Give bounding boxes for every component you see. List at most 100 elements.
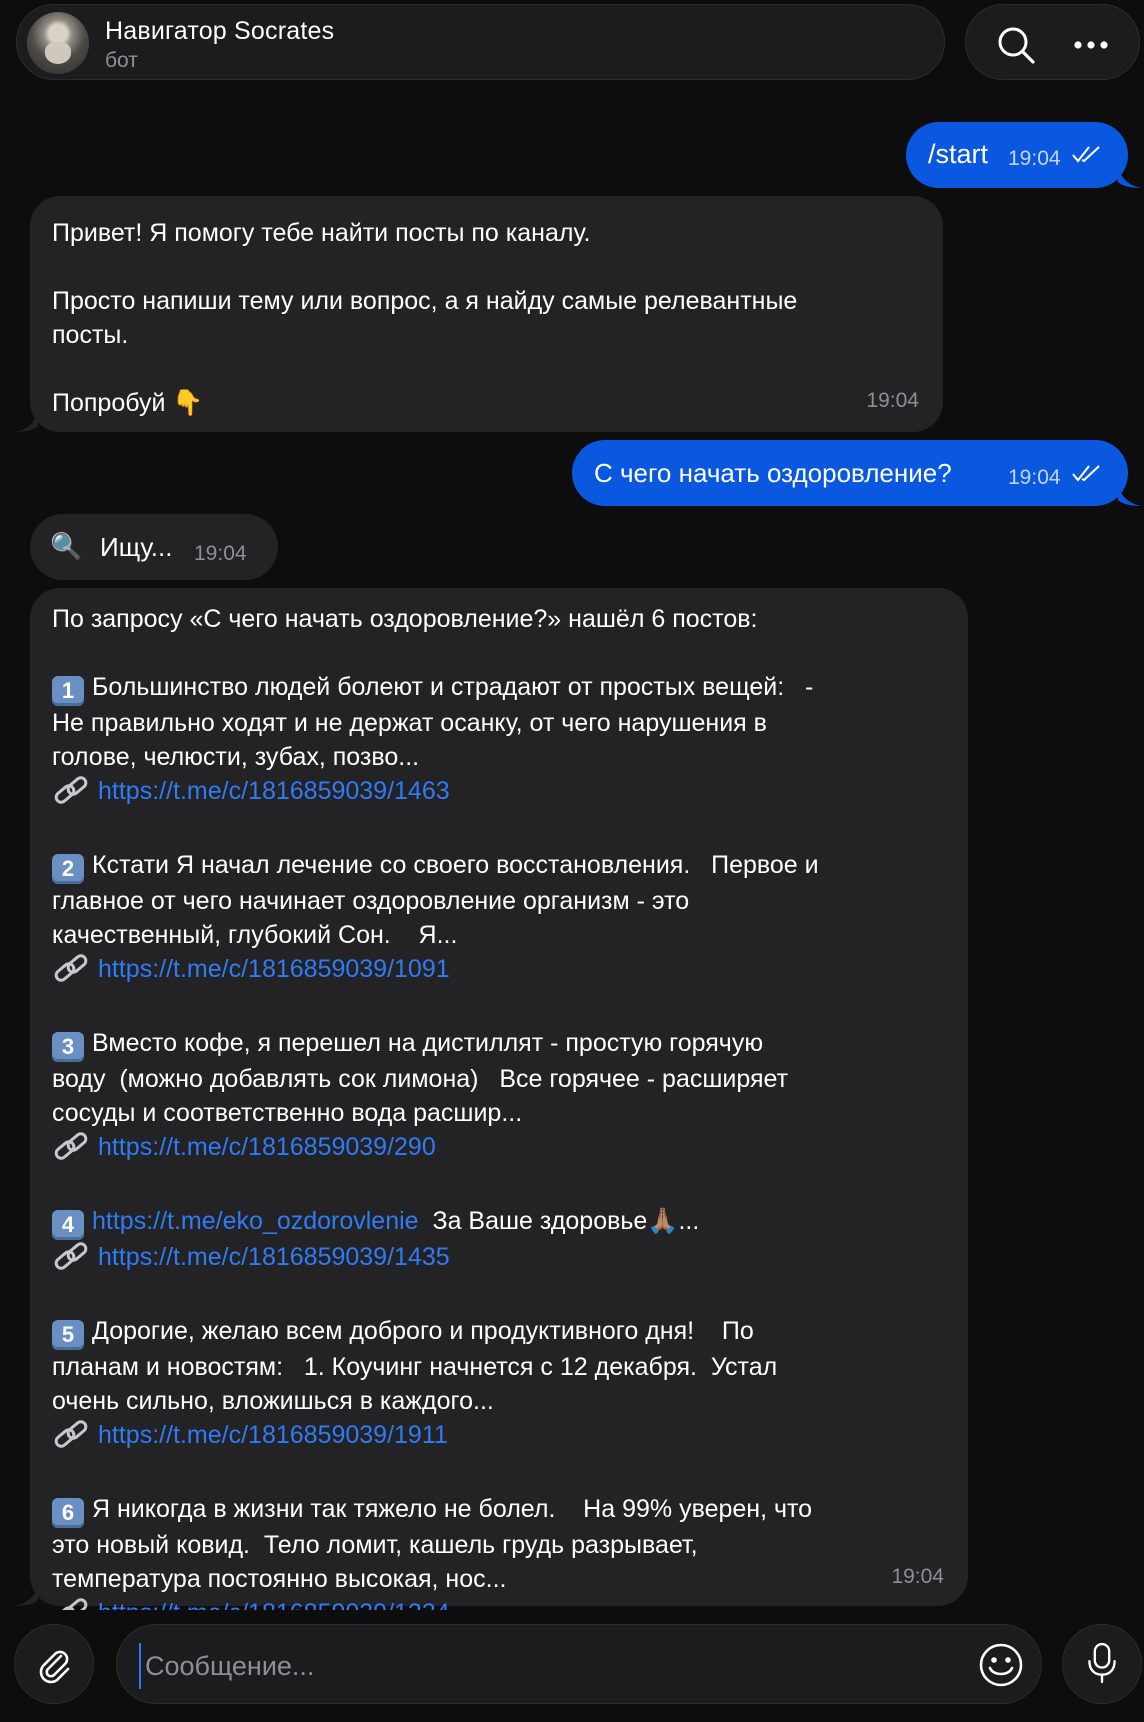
post-link[interactable]: https://t.me/c/1816859039/1091 — [98, 955, 450, 983]
result-text-line: это новый ковид. Тело ломит, кашель груд… — [52, 1528, 946, 1562]
results-intro: По запросу «С чего начать оздоровление?»… — [52, 605, 758, 633]
bubble-tail — [1118, 486, 1142, 506]
message-line: Привет! Я помогу тебе найти посты по кан… — [52, 219, 591, 247]
post-link[interactable]: https://t.me/c/1816859039/1463 — [98, 777, 450, 805]
result-snippet: это новый ковид. Тело ломит, кашель груд… — [52, 1531, 698, 1559]
result-snippet: Дорогие, желаю всем доброго и продуктивн… — [92, 1317, 754, 1345]
result-snippet: Не правильно ходят и не держат осанку, о… — [52, 709, 767, 737]
link-icon — [52, 1241, 90, 1280]
result-snippet: температура постоянно высокая, нос... — [52, 1565, 507, 1593]
magnifier-emoji-icon: 🔍 — [50, 531, 83, 561]
result-snippet: Большинство людей болеют и страдают от п… — [92, 673, 814, 701]
keycap-number-icon: 4 — [52, 1210, 84, 1240]
result-item: 4 https://t.me/eko_ozdorovlenie За Ваше з… — [52, 1204, 946, 1280]
more-icon[interactable] — [1069, 23, 1113, 67]
results-list: 1 Большинство людей болеют и страдают от … — [52, 636, 946, 1636]
keycap-number-icon: 6 — [52, 1498, 84, 1528]
result-item: 3 Вместо кофе, я перешел на дистиллят - п… — [52, 1026, 946, 1170]
voice-record-button[interactable] — [1062, 1624, 1142, 1704]
result-text-line: воду (можно добавлять сок лимона) Все го… — [52, 1062, 946, 1096]
outgoing-message-start[interactable]: /start 19:04 — [906, 122, 1128, 188]
result-snippet: главное от чего начинает оздоровление ор… — [52, 887, 690, 915]
keycap-number-icon: 1 — [52, 676, 84, 706]
result-text-line: планам и новостям: 1. Коучинг начнется с… — [52, 1350, 946, 1384]
link-icon — [52, 953, 90, 992]
bubble-tail — [14, 412, 38, 432]
message-line: Просто напиши тему или вопрос, а я найду… — [52, 287, 798, 315]
result-text-line: 5 Дорогие, желаю всем доброго и продуктив… — [52, 1314, 946, 1350]
message-time: 19:04 — [891, 1565, 944, 1588]
bubble-tail — [1118, 168, 1142, 188]
result-link-row: https://t.me/c/1816859039/1091 — [52, 952, 946, 992]
emoji-icon[interactable] — [977, 1641, 1025, 1689]
incoming-message-searching[interactable]: 🔍 Ищу... 19:04 — [30, 514, 278, 580]
message-text: Ищу... — [100, 532, 173, 562]
result-snippet: За Ваше здоровье🙏🏽... — [418, 1207, 700, 1235]
result-item: 2 Кстати Я начал лечение со своего восста… — [52, 848, 946, 992]
message-text: /start — [928, 139, 989, 169]
read-checks-icon — [1072, 465, 1100, 482]
result-snippet: качественный, глубокий Сон. Я... — [52, 921, 458, 949]
keycap-number-icon: 5 — [52, 1320, 84, 1350]
outgoing-message-query[interactable]: С чего начать оздоровление? 19:04 — [572, 440, 1128, 506]
channel-link[interactable]: https://t.me/eko_ozdorovlenie — [92, 1207, 419, 1235]
result-text-line: температура постоянно высокая, нос... — [52, 1562, 946, 1596]
message-line: Попробуй 👇 — [52, 389, 204, 417]
result-text-line: голове, челюсти, зубах, позво... — [52, 740, 946, 774]
post-link[interactable]: https://t.me/c/1816859039/1435 — [98, 1243, 450, 1271]
bot-name: Навигатор Socrates — [105, 17, 335, 45]
result-link-row: https://t.me/c/1816859039/1463 — [52, 774, 946, 814]
chat-header[interactable]: Навигатор Socrates бот — [16, 4, 945, 80]
message-text: С чего начать оздоровление? — [594, 458, 952, 488]
microphone-icon — [1088, 1642, 1116, 1684]
incoming-message-greeting[interactable]: Привет! Я помогу тебе найти посты по кан… — [30, 196, 943, 432]
result-snippet: воду (можно добавлять сок лимона) Все го… — [52, 1065, 789, 1093]
bot-avatar[interactable] — [27, 12, 89, 74]
attach-button[interactable] — [14, 1624, 94, 1704]
incoming-message-results[interactable]: По запросу «С чего начать оздоровление?»… — [30, 588, 968, 1627]
message-line: посты. — [52, 321, 129, 349]
result-snippet: голове, челюсти, зубах, позво... — [52, 743, 420, 771]
link-icon — [52, 775, 90, 814]
result-item: 1 Большинство людей болеют и страдают от … — [52, 670, 946, 814]
result-snippet: очень сильно, вложишься в каждого... — [52, 1387, 494, 1415]
result-text-line: сосуды и соответственно вода расшир... — [52, 1096, 946, 1130]
result-text-line: очень сильно, вложишься в каждого... — [52, 1384, 946, 1418]
bubble-tail — [14, 1586, 38, 1606]
message-time: 19:04 — [866, 389, 919, 412]
keycap-number-icon: 3 — [52, 1032, 84, 1062]
result-snippet: планам и новостям: 1. Коучинг начнется с… — [52, 1353, 778, 1381]
result-snippet: Я никогда в жизни так тяжело не болел. Н… — [92, 1495, 813, 1523]
bot-status: бот — [105, 49, 138, 72]
message-time: 19:04 — [194, 542, 247, 565]
result-text-line: качественный, глубокий Сон. Я... — [52, 918, 946, 952]
result-text-line: главное от чего начинает оздоровление ор… — [52, 884, 946, 918]
read-checks-icon — [1072, 146, 1100, 163]
result-text-line: Не правильно ходят и не держат осанку, о… — [52, 706, 946, 740]
link-icon — [52, 1131, 90, 1170]
keycap-number-icon: 2 — [52, 854, 84, 884]
search-icon[interactable] — [994, 23, 1038, 67]
result-text-line: 3 Вместо кофе, я перешел на дистиллят - п… — [52, 1026, 946, 1062]
result-snippet: сосуды и соответственно вода расшир... — [52, 1099, 523, 1127]
result-text-line: 6 Я никогда в жизни так тяжело не болел. … — [52, 1492, 946, 1528]
result-link-row: https://t.me/c/1816859039/1911 — [52, 1418, 946, 1458]
result-text-line: 1 Большинство людей болеют и страдают от … — [52, 670, 946, 706]
result-link-row: https://t.me/c/1816859039/1435 — [52, 1240, 946, 1280]
message-input[interactable] — [139, 1643, 947, 1689]
message-input-container — [116, 1624, 1042, 1704]
link-icon — [52, 1419, 90, 1458]
message-time: 19:04 — [1008, 147, 1061, 170]
result-link-row: https://t.me/c/1816859039/290 — [52, 1130, 946, 1170]
composer-bar — [0, 1610, 1144, 1722]
post-link[interactable]: https://t.me/c/1816859039/1911 — [98, 1421, 448, 1449]
result-text-line: 2 Кстати Я начал лечение со своего восста… — [52, 848, 946, 884]
paperclip-icon — [39, 1650, 70, 1684]
result-snippet: Кстати Я начал лечение со своего восстан… — [92, 851, 819, 879]
result-snippet: Вместо кофе, я перешел на дистиллят - пр… — [92, 1029, 764, 1057]
post-link[interactable]: https://t.me/c/1816859039/290 — [98, 1133, 436, 1161]
message-time: 19:04 — [1008, 466, 1061, 489]
result-text-line: 4 https://t.me/eko_ozdorovlenie За Ваше з… — [52, 1204, 946, 1240]
header-actions — [965, 4, 1140, 80]
result-item: 5 Дорогие, желаю всем доброго и продуктив… — [52, 1314, 946, 1458]
